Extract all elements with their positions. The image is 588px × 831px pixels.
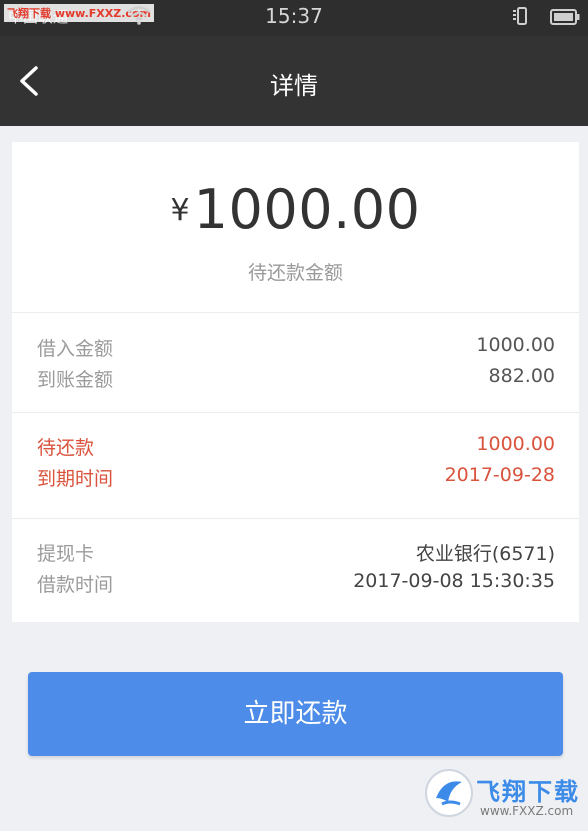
divider xyxy=(12,312,579,313)
withdraw-card-row: 提现卡 农业银行(6571) xyxy=(37,539,555,569)
watermark-logo-icon xyxy=(425,769,473,817)
phone-icon xyxy=(513,7,527,25)
loan-detail-card: ¥1000.00 待还款金额 借入金额 1000.00 到账金额 882.00 … xyxy=(12,142,579,622)
pending-amount-label: 待还款金额 xyxy=(247,262,343,284)
nav-bar: 详情 xyxy=(0,36,588,126)
divider xyxy=(12,518,579,519)
battery-icon xyxy=(550,9,580,25)
received-amount-value: 882.00 xyxy=(488,365,555,387)
borrow-amount-value: 1000.00 xyxy=(476,334,555,356)
page-title: 详情 xyxy=(270,72,318,100)
repay-now-button[interactable]: 立即还款 xyxy=(28,672,563,756)
received-amount-label: 到账金额 xyxy=(37,369,114,391)
status-time: 15:37 xyxy=(265,4,323,28)
due-date-value: 2017-09-28 xyxy=(444,464,555,486)
loan-time-value: 2017-09-08 15:30:35 xyxy=(353,570,555,592)
borrow-amount-label: 借入金额 xyxy=(37,338,114,360)
status-bar: 中国联通 飞翔下载 www.FXXZ.com 15:37 xyxy=(0,0,588,36)
pending-repayment-row: 待还款 1000.00 xyxy=(37,433,555,463)
pending-repayment-label: 待还款 xyxy=(37,437,95,459)
loan-time-row: 借款时间 2017-09-08 15:30:35 xyxy=(37,570,555,600)
pending-repayment-value: 1000.00 xyxy=(476,433,555,455)
pending-amount: ¥1000.00 xyxy=(12,178,579,241)
watermark-text: 飞翔下载 xyxy=(476,778,580,806)
loan-time-label: 借款时间 xyxy=(37,574,114,596)
divider xyxy=(12,412,579,413)
withdraw-card-value: 农业银行(6571) xyxy=(415,543,555,565)
pending-amount-value: 1000.00 xyxy=(193,178,421,241)
received-amount-row: 到账金额 882.00 xyxy=(37,365,555,395)
withdraw-card-label: 提现卡 xyxy=(37,543,95,565)
borrow-amount-row: 借入金额 1000.00 xyxy=(37,334,555,364)
currency-symbol: ¥ xyxy=(170,193,190,228)
due-date-row: 到期时间 2017-09-28 xyxy=(37,464,555,494)
watermark-url: www.FXXZ.com xyxy=(480,804,574,818)
watermark-bottom: 飞翔下载 www.FXXZ.com xyxy=(418,760,588,831)
due-date-label: 到期时间 xyxy=(37,468,114,490)
